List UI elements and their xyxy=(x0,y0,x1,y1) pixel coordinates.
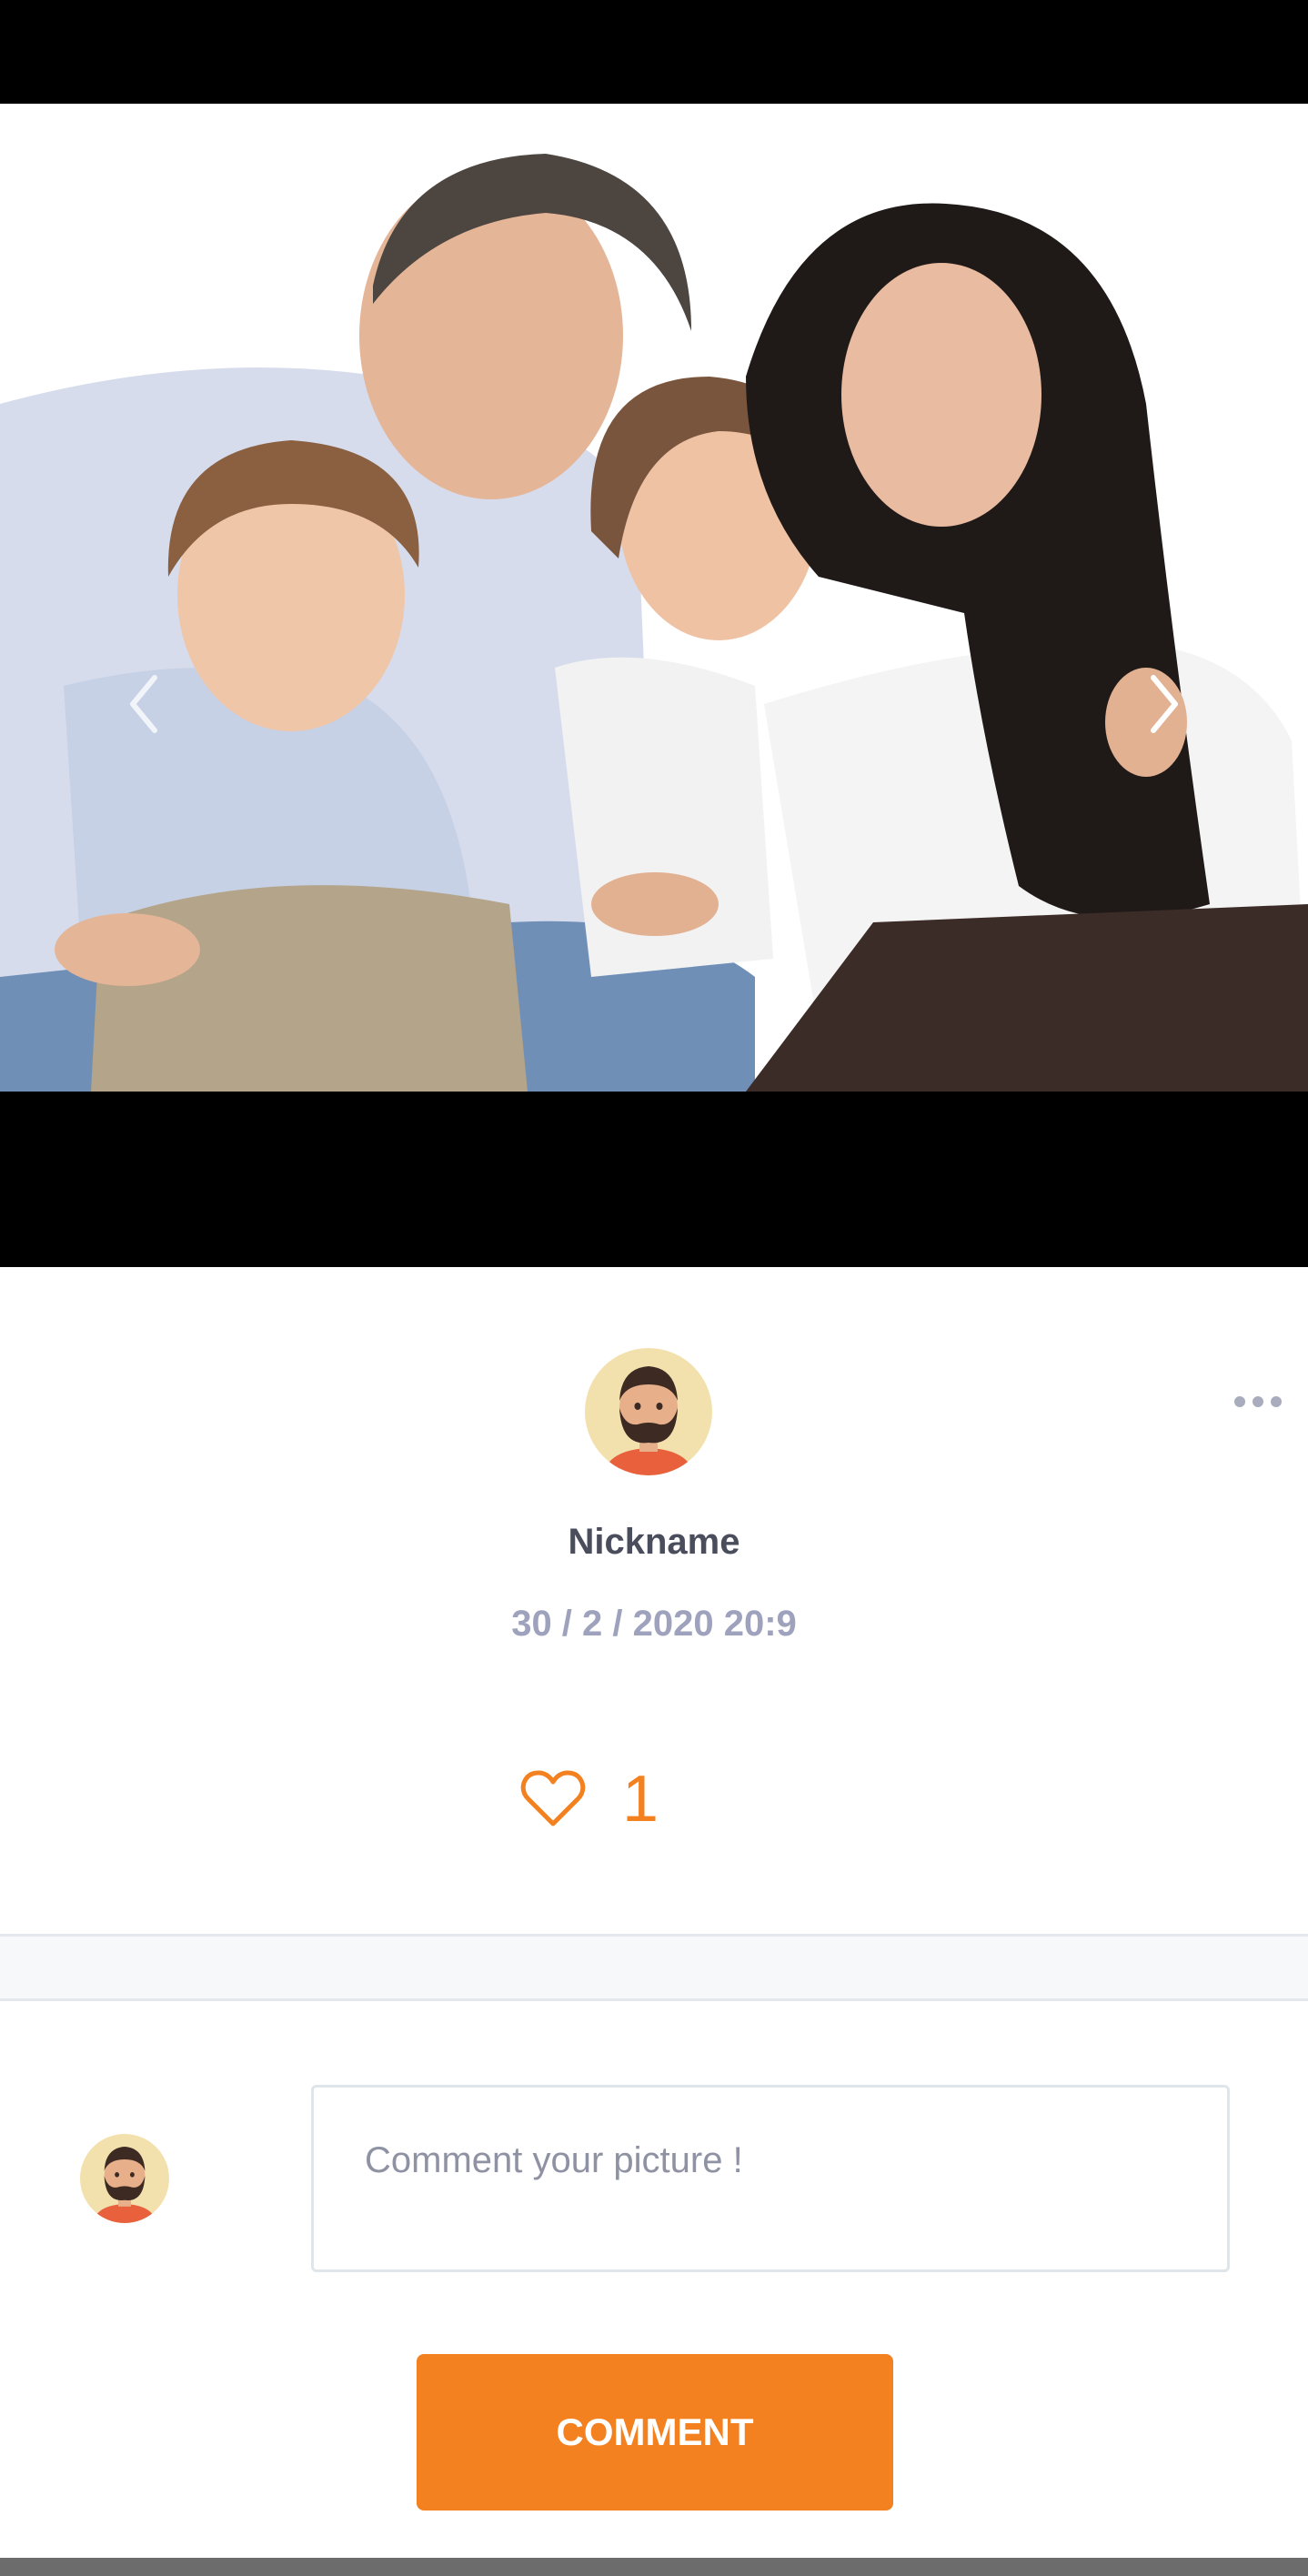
chevron-left-icon xyxy=(130,675,157,733)
like-row: 1 xyxy=(518,1758,659,1840)
more-dots-icon xyxy=(1253,1396,1263,1407)
post-info: Nickname 30 / 2 / 2020 20:9 1 xyxy=(0,1267,1308,1936)
heart-outline-icon xyxy=(520,1770,586,1826)
more-dots-icon xyxy=(1271,1396,1282,1407)
like-count: 1 xyxy=(622,1763,659,1836)
family-photo-illustration xyxy=(0,104,1308,1092)
section-divider xyxy=(0,1934,1308,2001)
post-date: 30 / 2 / 2020 20:9 xyxy=(511,1604,797,1644)
bottom-edge xyxy=(0,2558,1308,2576)
chevron-right-icon xyxy=(1151,675,1178,733)
next-image-button[interactable] xyxy=(1137,668,1192,740)
author-avatar[interactable] xyxy=(585,1348,712,1475)
previous-image-button[interactable] xyxy=(116,668,171,740)
comment-area: COMMENT xyxy=(0,2001,1308,2558)
photo-letterbox-bottom xyxy=(0,1092,1308,1267)
comment-submit-button[interactable]: COMMENT xyxy=(417,2354,893,2511)
author-nickname[interactable]: Nickname xyxy=(0,1522,1308,1563)
comment-input[interactable] xyxy=(311,2085,1230,2272)
like-button[interactable] xyxy=(518,1767,588,1831)
top-bar xyxy=(0,0,1308,104)
more-options-button[interactable] xyxy=(1228,1385,1288,1418)
current-user-avatar xyxy=(80,2134,169,2223)
more-dots-icon xyxy=(1234,1396,1245,1407)
post-photo[interactable] xyxy=(0,104,1308,1092)
